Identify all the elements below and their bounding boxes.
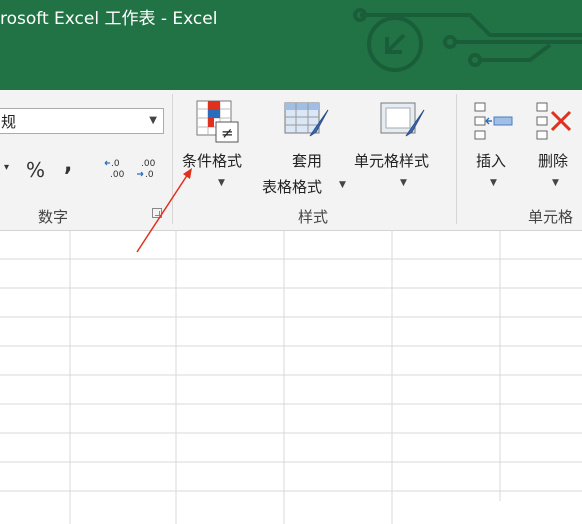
currency-dropdown-caret[interactable]: ▾ — [4, 162, 9, 173]
chevron-down-icon[interactable]: ▼ — [552, 178, 559, 188]
chevron-down-icon[interactable]: ▼ — [400, 178, 407, 188]
cell-styles-icon[interactable] — [380, 102, 426, 144]
format-as-table-label-2[interactable]: 表格格式 — [262, 176, 322, 197]
decrease-decimal-icon[interactable]: .00 .0 — [136, 156, 162, 180]
ribbon: 规 ▼ ▾ % , .0 .00 .00 .0 数字 ≠ 条件格式 ▼ 套用 表… — [0, 90, 582, 231]
group-separator — [456, 94, 457, 224]
percent-style-button[interactable]: % — [26, 158, 45, 182]
chevron-down-icon[interactable]: ▼ — [218, 178, 225, 188]
chevron-down-icon: ▼ — [149, 115, 157, 126]
format-as-table-icon[interactable] — [284, 102, 330, 144]
cell-styles-label[interactable]: 单元格样式 — [354, 150, 429, 171]
insert-label[interactable]: 插入 — [476, 150, 506, 171]
delete-label[interactable]: 删除 — [538, 150, 568, 171]
chevron-down-icon[interactable]: ▼ — [339, 180, 346, 190]
window-title: rosoft Excel 工作表 - Excel — [0, 9, 218, 29]
chevron-down-icon[interactable]: ▼ — [490, 178, 497, 188]
format-as-table-label-1[interactable]: 套用 — [292, 150, 322, 171]
number-format-value: 规 — [1, 113, 17, 131]
number-format-dropdown[interactable]: 规 ▼ — [0, 108, 164, 134]
svg-text:.00: .00 — [110, 170, 125, 180]
worksheet-grid[interactable] — [0, 231, 582, 524]
svg-text:.0: .0 — [145, 170, 154, 180]
svg-text:.00: .00 — [141, 159, 156, 169]
svg-text:≠: ≠ — [221, 124, 234, 142]
conditional-format-icon[interactable]: ≠ — [196, 100, 242, 146]
delete-cells-icon[interactable] — [536, 102, 582, 142]
circuit-decoration — [353, 8, 582, 72]
styles-group-label: 样式 — [298, 208, 329, 226]
cells-group-label: 单元格 — [528, 208, 574, 226]
number-dialog-launcher[interactable] — [152, 208, 162, 218]
group-separator — [172, 94, 173, 224]
comma-style-button[interactable]: , — [64, 152, 72, 177]
number-group-label: 数字 — [38, 208, 69, 226]
increase-decimal-icon[interactable]: .0 .00 — [104, 156, 130, 180]
conditional-format-label[interactable]: 条件格式 — [182, 150, 242, 171]
title-bar: rosoft Excel 工作表 - Excel — [0, 0, 582, 90]
svg-text:.0: .0 — [111, 159, 120, 169]
insert-cells-icon[interactable] — [474, 102, 514, 142]
